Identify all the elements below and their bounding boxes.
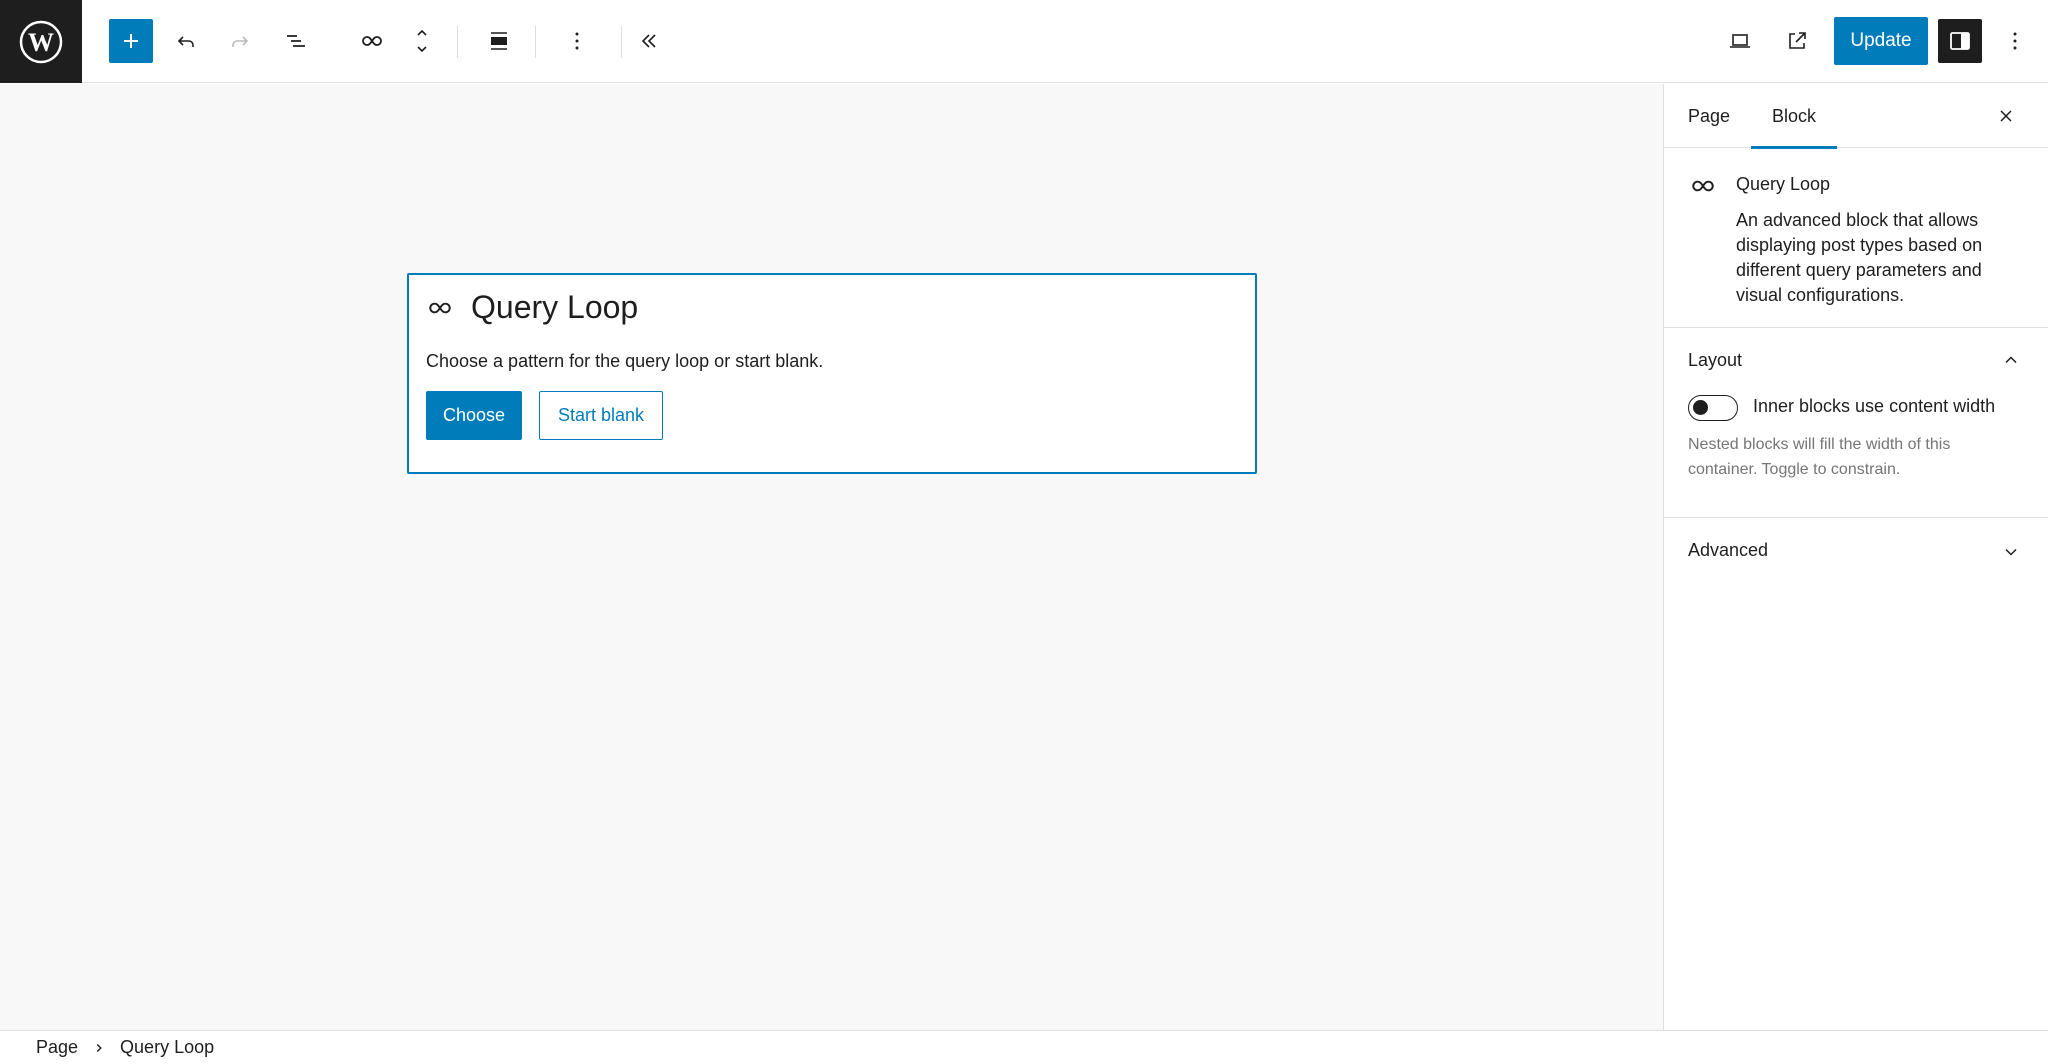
content-width-toggle-label: Inner blocks use content width xyxy=(1753,396,1996,416)
undo-button[interactable] xyxy=(164,19,208,63)
choose-pattern-button[interactable]: Choose xyxy=(426,391,522,440)
block-card-description: An advanced block that allows displaying… xyxy=(1736,210,1983,305)
block-placeholder-header: Query Loop xyxy=(427,289,638,326)
advanced-panel-title: Advanced xyxy=(1688,540,1769,560)
move-block-button[interactable] xyxy=(400,19,444,63)
query-loop-block[interactable]: Query Loop Choose a pattern for the quer… xyxy=(407,273,1257,474)
align-button[interactable] xyxy=(477,19,521,63)
editor-toolbar: W Update xyxy=(0,0,2048,83)
chevron-right-icon xyxy=(96,1043,102,1052)
start-blank-button[interactable]: Start blank xyxy=(539,391,663,440)
external-link-icon xyxy=(1789,32,1806,49)
undo-icon xyxy=(177,36,194,47)
toolbar-divider xyxy=(457,26,458,58)
layout-panel: Layout Inner blocks use content width Ne… xyxy=(1664,328,2048,518)
list-view-button[interactable] xyxy=(274,19,318,63)
block-options-button[interactable] xyxy=(555,19,599,63)
close-icon xyxy=(2000,110,2012,122)
block-inserter-button[interactable] xyxy=(109,19,153,63)
list-view-icon xyxy=(287,35,305,47)
desktop-preview-icon xyxy=(1730,34,1750,48)
update-button[interactable]: Update xyxy=(1834,17,1928,65)
tab-page[interactable]: Page xyxy=(1688,84,1730,148)
close-sidebar-button[interactable] xyxy=(1996,84,2016,148)
query-loop-icon xyxy=(1692,180,1714,192)
toolbar-divider xyxy=(621,26,622,58)
redo-icon xyxy=(232,36,249,47)
block-breadcrumb: Page Query Loop xyxy=(0,1030,2048,1064)
block-card-title: Query Loop xyxy=(1736,174,1831,194)
preview-button[interactable] xyxy=(1718,19,1762,63)
chevron-up-icon[interactable] xyxy=(2001,350,2021,370)
breadcrumb-item-page[interactable]: Page xyxy=(36,1037,78,1058)
content-width-help: Nested blocks will fill the width of thi… xyxy=(1688,436,1951,478)
block-type-button[interactable] xyxy=(350,19,394,63)
toggle-knob xyxy=(1693,400,1708,415)
layout-panel-toggle[interactable]: Layout xyxy=(1688,350,1742,371)
query-loop-icon xyxy=(362,36,382,46)
svg-text:W: W xyxy=(28,28,54,57)
settings-sidebar: Page Block Query Loop An advanced block … xyxy=(1663,84,2048,1030)
more-vertical-icon xyxy=(2013,32,2017,50)
breadcrumb-item-query-loop[interactable]: Query Loop xyxy=(120,1037,214,1058)
align-wide-icon xyxy=(491,32,507,50)
plus-icon xyxy=(124,34,138,48)
chevron-down-icon xyxy=(2005,548,2017,556)
block-card: Query Loop An advanced block that allows… xyxy=(1664,148,2048,328)
advanced-panel-toggle[interactable]: Advanced xyxy=(1664,518,2048,584)
wordpress-logo-button[interactable]: W xyxy=(0,0,82,83)
options-menu-button[interactable] xyxy=(1993,19,2037,63)
query-loop-icon xyxy=(429,302,451,313)
block-title: Query Loop xyxy=(471,289,639,325)
sidebar-toggle-icon xyxy=(1950,32,1970,50)
editor-canvas[interactable]: Query Loop Choose a pattern for the quer… xyxy=(0,84,1663,1030)
settings-button[interactable] xyxy=(1938,19,1982,63)
wordpress-logo-icon: W xyxy=(19,20,63,63)
content-width-toggle[interactable] xyxy=(1688,395,1738,421)
toolbar-divider xyxy=(535,26,536,58)
move-up-down-icon xyxy=(417,29,427,53)
chevron-double-left-icon xyxy=(641,34,656,48)
redo-button[interactable] xyxy=(218,19,262,63)
more-vertical-icon xyxy=(575,32,579,50)
select-parent-button[interactable] xyxy=(627,19,671,63)
view-page-button[interactable] xyxy=(1775,19,1819,63)
block-instructions: Choose a pattern for the query loop or s… xyxy=(426,351,824,371)
sidebar-tabs: Page Block xyxy=(1664,84,2048,149)
tab-block[interactable]: Block xyxy=(1750,84,1838,149)
